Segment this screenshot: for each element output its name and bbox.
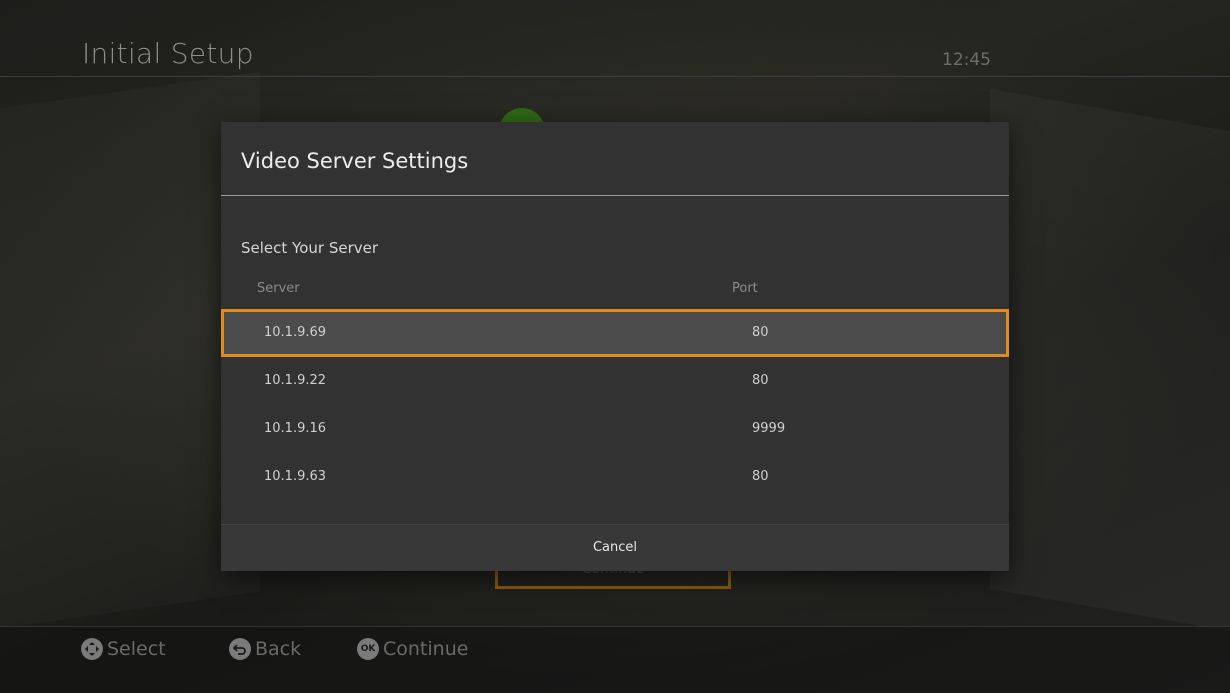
hint-select-label: Select [107,638,166,660]
server-row[interactable]: 10.1.9.22 80 [221,357,1009,405]
server-address: 10.1.9.69 [264,325,327,340]
cancel-button[interactable]: Cancel [221,540,1009,555]
server-port: 80 [752,469,769,484]
page-title: Initial Setup [82,37,254,70]
server-port: 80 [752,325,769,340]
column-header-server: Server [257,281,300,296]
video-server-settings-dialog: Video Server Settings Select Your Server… [221,122,1009,571]
ok-icon: OK [357,638,379,660]
hint-back-label: Back [255,638,302,660]
server-address: 10.1.9.63 [264,469,327,484]
hint-bar: Select Back OK Continue [0,626,1230,693]
server-list: 10.1.9.69 80 10.1.9.22 80 10.1.9.16 9999… [221,309,1009,501]
header: Initial Setup 12:45 [0,0,1230,77]
hint-continue-label: Continue [383,638,469,660]
dialog-footer: Cancel [221,524,1009,571]
hint-select: Select [81,638,166,660]
server-row[interactable]: 10.1.9.16 9999 [221,405,1009,453]
screen: Initial Setup 12:45 Continue Video Serve… [0,0,1230,693]
hint-back: Back [229,638,301,660]
server-address: 10.1.9.22 [264,373,327,388]
server-row[interactable]: 10.1.9.63 80 [221,453,1009,501]
server-address: 10.1.9.16 [264,421,327,436]
back-icon [229,638,251,660]
dpad-icon [81,638,103,660]
dialog-title: Video Server Settings [241,149,469,173]
server-port: 80 [752,373,769,388]
dialog-divider [221,195,1009,196]
header-divider [0,76,1230,77]
server-port: 9999 [752,421,786,436]
server-row[interactable]: 10.1.9.69 80 [221,309,1009,357]
background-shape [990,89,1230,631]
dialog-subtitle: Select Your Server [241,239,379,257]
column-header-port: Port [732,281,758,296]
clock: 12:45 [942,50,991,70]
hint-continue: OK Continue [357,638,468,660]
